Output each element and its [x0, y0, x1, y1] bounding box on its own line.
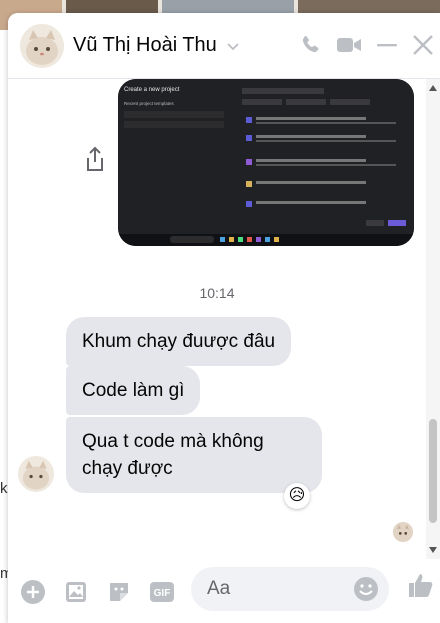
photo-icon[interactable] [63, 579, 89, 605]
chat-header: Vũ Thị Hoài Thu [8, 13, 440, 79]
close-icon[interactable] [412, 33, 434, 57]
svg-text:GIF: GIF [154, 588, 171, 599]
composer-bar: GIF [8, 560, 440, 623]
seen-avatar [393, 522, 413, 542]
share-icon[interactable] [84, 146, 106, 172]
sender-avatar[interactable] [18, 456, 54, 492]
chevron-down-icon[interactable] [226, 39, 240, 53]
scroll-thumb[interactable] [429, 419, 437, 523]
message-input[interactable] [191, 567, 331, 611]
message-bubble[interactable]: Qua t code mà không chạy được [66, 417, 322, 493]
scroll-down-icon[interactable] [429, 547, 437, 553]
attachment-recent-label: Recent project templates [124, 101, 175, 106]
message-list: Create a new project Recent project temp… [8, 79, 430, 559]
message-bubble[interactable]: Khum chạy đuược đâu [66, 317, 292, 366]
crying-face-icon: 😥 [288, 487, 306, 504]
header-actions [298, 33, 434, 57]
chat-window: Vũ Thị Hoài Thu Create a new project Rec… [8, 13, 440, 623]
image-attachment[interactable]: Create a new project Recent project temp… [118, 79, 414, 246]
scrollbar[interactable] [426, 79, 440, 559]
contact-name[interactable]: Vũ Thị Hoài Thu [73, 34, 217, 57]
message-reaction[interactable]: 😥 [284, 483, 310, 509]
message-bubble[interactable]: Code làm gì [66, 366, 201, 415]
message-composer[interactable] [191, 567, 389, 611]
video-icon[interactable] [336, 33, 362, 57]
attachment-screen-title: Create a new project [124, 87, 180, 93]
gif-icon[interactable]: GIF [149, 579, 175, 605]
contact-avatar[interactable] [20, 23, 64, 68]
time-divider: 10:14 [199, 285, 235, 301]
minimize-icon[interactable] [376, 33, 398, 57]
phone-icon[interactable] [298, 33, 322, 57]
scroll-up-icon[interactable] [429, 85, 437, 91]
emoji-icon[interactable] [353, 576, 379, 602]
like-icon[interactable] [406, 571, 434, 599]
sticker-icon[interactable] [106, 579, 132, 605]
add-icon[interactable] [20, 579, 46, 605]
